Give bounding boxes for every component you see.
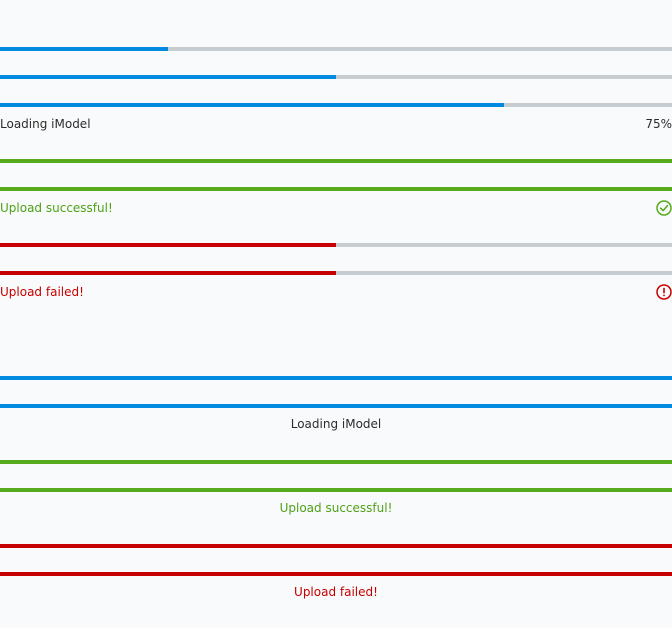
- progress-bar-negative: [0, 243, 672, 247]
- progress-fill: [0, 544, 672, 548]
- progress-fill: [0, 271, 336, 275]
- progress-label-row-failed-centered: Upload failed!: [0, 583, 672, 601]
- status-error-icon: [656, 284, 672, 300]
- success-label: Upload successful!: [279, 501, 393, 515]
- progress-fill: [0, 460, 672, 464]
- progress-label-row-success-centered: Upload successful!: [0, 499, 672, 517]
- progress-bar-positive: [0, 159, 672, 163]
- checkmark-circle-icon: [656, 200, 672, 216]
- progress-fill: [0, 572, 672, 576]
- progress-fill: [0, 47, 168, 51]
- progress-bar-positive: [0, 460, 672, 464]
- progress-fill: [0, 376, 672, 380]
- progress-label: Loading iModel: [0, 117, 91, 131]
- progress-label: Loading iModel: [290, 417, 382, 431]
- progress-fill: [0, 103, 504, 107]
- progress-bar-negative: [0, 572, 672, 576]
- progress-bar-positive: [0, 488, 672, 492]
- progress-bar-indeterminate: [0, 404, 672, 408]
- progress-bar-negative: [0, 544, 672, 548]
- progress-fill: [0, 159, 672, 163]
- progress-bar-50: [0, 75, 672, 79]
- progress-bar-negative: [0, 271, 672, 275]
- progress-fill: [0, 187, 672, 191]
- progress-label-row: Loading iModel 75%: [0, 115, 672, 133]
- progress-fill: [0, 488, 672, 492]
- progress-fill: [0, 243, 336, 247]
- progress-bar-75: [0, 103, 672, 107]
- progress-fill: [0, 75, 336, 79]
- failed-label: Upload failed!: [0, 285, 84, 299]
- progress-bar-indeterminate: [0, 376, 672, 380]
- progress-label-row-failed: Upload failed!: [0, 283, 672, 301]
- progress-bar-25: [0, 47, 672, 51]
- progress-value: 75%: [645, 117, 672, 131]
- progress-label-row-success: Upload successful!: [0, 199, 672, 217]
- progress-linear-demo: Loading iModel 75% Upload successful! Up…: [0, 0, 672, 628]
- progress-label-row-centered: Loading iModel: [0, 415, 672, 433]
- progress-fill: [0, 404, 672, 408]
- success-label: Upload successful!: [0, 201, 113, 215]
- failed-label: Upload failed!: [294, 585, 378, 599]
- progress-bar-positive: [0, 187, 672, 191]
